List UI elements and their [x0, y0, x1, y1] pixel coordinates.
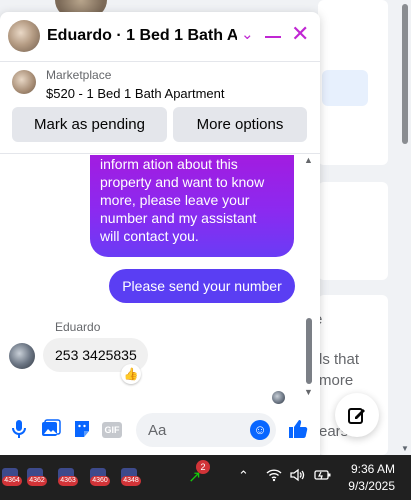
chat-scrollbar-thumb[interactable]	[306, 318, 312, 384]
notification-badge: 4348	[121, 476, 141, 486]
taskbar-app[interactable]: ↗ 2	[188, 460, 210, 486]
listing-thumbnail[interactable]	[12, 70, 36, 94]
taskbar: 4364 4362 4363 4360 4348 ↗ 2 ⌃ 9:36 AM 9…	[0, 455, 411, 500]
taskbar-app[interactable]: 4364	[2, 468, 22, 486]
message-line: number and my assistant	[100, 210, 257, 226]
sender-name: Eduardo	[55, 320, 101, 334]
message-line: property and want to know	[100, 174, 265, 190]
message-composer: GIF Aa ☺	[0, 405, 320, 455]
battery-icon[interactable]	[314, 468, 332, 486]
chevron-up-icon[interactable]: ⌃	[238, 468, 249, 484]
scroll-down-icon[interactable]: ▼	[401, 444, 409, 453]
taskbar-app[interactable]: 4348	[121, 468, 141, 486]
close-icon[interactable]: ✕	[291, 23, 309, 45]
notification-badge: 4362	[27, 476, 47, 486]
clock-date[interactable]: 9/3/2025	[347, 479, 395, 494]
new-message-icon[interactable]	[335, 393, 379, 437]
chevron-down-icon[interactable]: ⌄	[241, 25, 254, 43]
background-highlight	[322, 70, 368, 106]
chat-scrollbar[interactable]: ▲ ▼	[303, 155, 315, 398]
wifi-icon[interactable]	[266, 468, 282, 486]
chat-title[interactable]: Eduardo · 1 Bed 1 Bath Apa...	[47, 27, 237, 45]
message-line: will contact you.	[100, 228, 199, 244]
chat-header: Eduardo · 1 Bed 1 Bath Apa... ⌄ ✕	[0, 12, 320, 62]
clock-time[interactable]: 9:36 AM	[347, 462, 395, 477]
image-icon[interactable]	[40, 419, 62, 441]
microphone-icon[interactable]	[8, 419, 30, 441]
seen-indicator-avatar	[272, 391, 285, 404]
background-text: ds that	[314, 351, 360, 368]
notification-badge: 4363	[58, 476, 78, 486]
volume-icon[interactable]	[290, 468, 306, 486]
page-scrollbar[interactable]: ▼	[399, 0, 411, 455]
notification-badge: 4360	[90, 476, 110, 486]
taskbar-app[interactable]: 4360	[90, 468, 110, 486]
message-line: inform ation about this	[100, 156, 238, 172]
more-options-button[interactable]: More options	[173, 107, 307, 142]
message-line: more, please leave your	[100, 192, 250, 208]
marketplace-bar: Marketplace $520 - 1 Bed 1 Bath Apartmen…	[0, 62, 320, 154]
background-card	[318, 182, 388, 280]
taskbar-app[interactable]: 4362	[27, 468, 47, 486]
outgoing-message[interactable]: inform ation about this property and wan…	[90, 155, 294, 257]
page-scrollbar-thumb[interactable]	[402, 4, 408, 144]
gif-icon[interactable]: GIF	[102, 422, 122, 438]
notification-badge: 2	[196, 460, 210, 474]
emoji-icon[interactable]: ☺	[250, 420, 270, 440]
mark-as-pending-button[interactable]: Mark as pending	[12, 107, 167, 142]
chat-window: Eduardo · 1 Bed 1 Bath Apa... ⌄ ✕ Market…	[0, 12, 320, 455]
message-list: inform ation about this property and wan…	[0, 155, 320, 404]
outgoing-message[interactable]: Please send your number	[109, 269, 295, 303]
sticker-icon[interactable]	[71, 419, 93, 441]
scroll-up-icon[interactable]: ▲	[304, 155, 313, 165]
notification-badge: 4364	[2, 476, 22, 486]
message-placeholder: Aa	[148, 422, 167, 439]
background-text: more	[319, 372, 354, 389]
scroll-down-icon[interactable]: ▼	[304, 387, 313, 397]
like-icon[interactable]	[286, 418, 310, 442]
taskbar-app[interactable]: 4363	[58, 468, 78, 486]
listing-title[interactable]: $520 - 1 Bed 1 Bath Apartment	[46, 86, 225, 101]
marketplace-label: Marketplace	[46, 68, 112, 82]
avatar[interactable]	[9, 343, 35, 369]
thumbs-up-reaction-icon[interactable]: 👍	[121, 364, 141, 384]
minus-icon[interactable]	[265, 36, 281, 38]
avatar[interactable]	[8, 20, 40, 52]
